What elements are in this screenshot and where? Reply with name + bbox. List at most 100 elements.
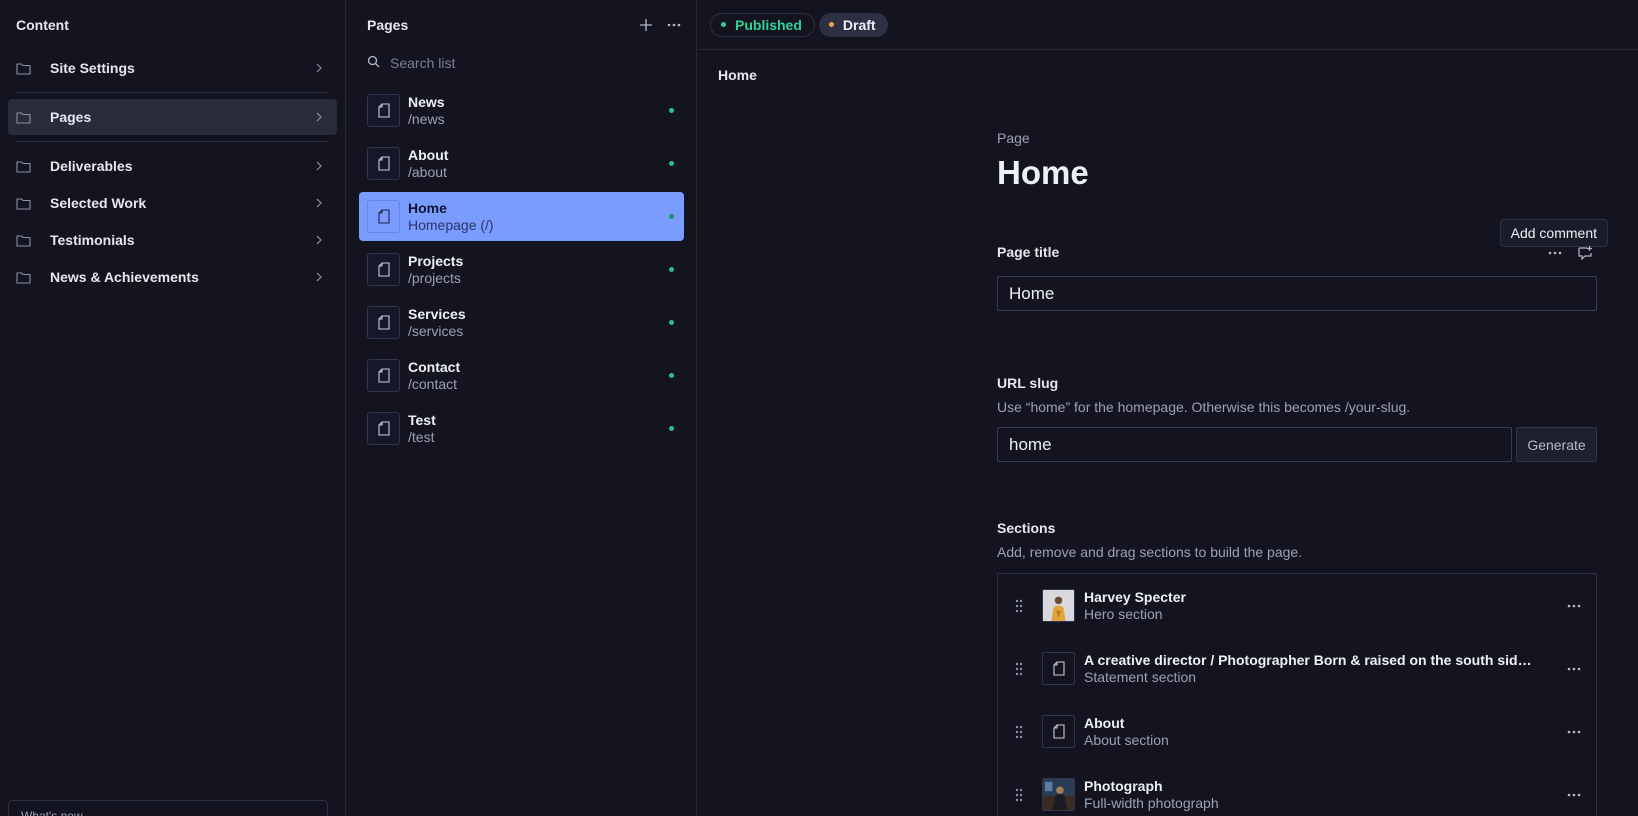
document-icon: [367, 412, 400, 445]
content-item-site-settings[interactable]: Site Settings: [8, 50, 337, 86]
url-slug-input[interactable]: [997, 427, 1512, 462]
page-name: Projects: [408, 252, 464, 269]
section-row[interactable]: About About section: [998, 700, 1596, 763]
more-options-icon[interactable]: [1560, 718, 1588, 746]
drag-handle-icon[interactable]: [1012, 725, 1026, 739]
pages-pane: Pages News/news About/about HomeHomepage…: [347, 0, 697, 816]
document-icon: [367, 147, 400, 180]
content-item-news-achievements[interactable]: News & Achievements: [8, 259, 337, 295]
chevron-right-icon: [315, 63, 327, 73]
page-item-projects[interactable]: Projects/projects: [359, 245, 684, 294]
more-options-icon[interactable]: [660, 11, 688, 39]
published-status-dot: [669, 161, 674, 166]
folder-icon: [16, 269, 32, 285]
published-tab[interactable]: Published: [710, 12, 815, 37]
folder-icon: [16, 232, 32, 248]
photograph-thumbnail: [1042, 778, 1075, 811]
published-status-dot: [669, 267, 674, 272]
page-path: /test: [408, 428, 435, 445]
content-item-label: Testimonials: [50, 232, 135, 248]
published-status-dot: [669, 373, 674, 378]
sections-help: Add, remove and drag sections to build t…: [997, 544, 1303, 560]
chevron-right-icon: [315, 235, 327, 245]
url-slug-field: URL slug Use “home” for the homepage. Ot…: [997, 375, 1597, 462]
url-slug-help: Use “home” for the homepage. Otherwise t…: [997, 399, 1411, 415]
published-status-dot: [669, 108, 674, 113]
pages-pane-header: Pages: [347, 0, 696, 50]
folder-icon: [16, 195, 32, 211]
page-name: Contact: [408, 358, 461, 375]
published-dot-icon: [721, 22, 726, 27]
hero-image-thumbnail: [1042, 589, 1075, 622]
add-comment-icon[interactable]: [1573, 242, 1597, 264]
field-tools: [1543, 242, 1597, 264]
page-item-services[interactable]: Services/services: [359, 298, 684, 347]
draft-dot-icon: [828, 22, 834, 27]
document-icon: [1042, 652, 1075, 685]
section-row[interactable]: Photograph Full-width photograph: [998, 763, 1596, 816]
page-item-home[interactable]: Home Homepage (/): [359, 192, 684, 241]
divider: [16, 92, 329, 93]
url-slug-label: URL slug: [997, 375, 1059, 391]
add-icon[interactable]: [632, 11, 660, 39]
published-status-dot: [669, 320, 674, 325]
chevron-right-icon: [315, 112, 327, 122]
page-item-about[interactable]: About/about: [359, 139, 684, 188]
more-options-icon[interactable]: [1543, 242, 1567, 264]
document-icon: [367, 306, 400, 339]
document-icon: [367, 253, 400, 286]
page-item-news[interactable]: News/news: [359, 86, 684, 135]
published-status-dot: [669, 214, 674, 219]
search-input[interactable]: [390, 55, 670, 71]
content-item-testimonials[interactable]: Testimonials: [8, 222, 337, 258]
page-list: News/news About/about Home Homepage (/) P…: [347, 86, 696, 453]
sections-list: Harvey Specter Hero section A creative di…: [997, 573, 1597, 816]
folder-icon: [16, 158, 32, 174]
page-title-label: Page title: [997, 244, 1060, 260]
page-name: Home: [408, 199, 447, 216]
section-row[interactable]: Harvey Specter Hero section: [998, 574, 1596, 637]
draft-tab[interactable]: Draft: [818, 12, 888, 37]
search-bar: [359, 50, 684, 76]
content-item-label: Deliverables: [50, 158, 133, 174]
content-item-label: Selected Work: [50, 195, 147, 211]
drag-handle-icon[interactable]: [1012, 662, 1026, 676]
page-path: /projects: [408, 269, 461, 286]
pages-pane-title: Pages: [367, 17, 409, 33]
page-title-field: Page title: [997, 244, 1597, 311]
page-title: Home: [997, 154, 1089, 191]
sections-field: Sections Add, remove and drag sections t…: [997, 520, 1597, 816]
page-title-input[interactable]: [997, 276, 1597, 311]
page-item-test[interactable]: Test/test: [359, 404, 684, 453]
content-item-selected-work[interactable]: Selected Work: [8, 185, 337, 221]
content-item-deliverables[interactable]: Deliverables: [8, 148, 337, 184]
content-list: Site Settings Pages Deliverables Selecte…: [0, 50, 345, 295]
content-item-label: Pages: [50, 109, 92, 125]
section-type: About section: [1084, 731, 1169, 748]
divider: [16, 141, 329, 142]
whats-new-button[interactable]: What's new: [8, 800, 328, 816]
document-icon: [367, 94, 400, 127]
page-path: /contact: [408, 375, 458, 392]
more-options-icon[interactable]: [1560, 781, 1588, 809]
page-name: About: [408, 146, 449, 163]
page-path: /news: [408, 110, 445, 127]
content-item-pages[interactable]: Pages: [8, 99, 337, 135]
more-options-icon[interactable]: [1560, 592, 1588, 620]
generate-button[interactable]: Generate: [1516, 427, 1597, 462]
drag-handle-icon[interactable]: [1012, 788, 1026, 802]
page-name: Services: [408, 305, 466, 322]
document-status-bar: Published Draft: [698, 0, 1638, 50]
content-pane-title: Content: [16, 17, 69, 33]
chevron-right-icon: [315, 198, 327, 208]
content-item-label: Site Settings: [50, 60, 135, 76]
section-title: Photograph: [1084, 777, 1163, 794]
document-icon: [1042, 715, 1075, 748]
drag-handle-icon[interactable]: [1012, 599, 1026, 613]
page-item-contact[interactable]: Contact/contact: [359, 351, 684, 400]
section-type: Full-width photograph: [1084, 794, 1219, 811]
page-name: Test: [408, 411, 436, 428]
section-row[interactable]: A creative director / Photographer Born …: [998, 637, 1596, 700]
published-status-dot: [669, 426, 674, 431]
more-options-icon[interactable]: [1560, 655, 1588, 683]
